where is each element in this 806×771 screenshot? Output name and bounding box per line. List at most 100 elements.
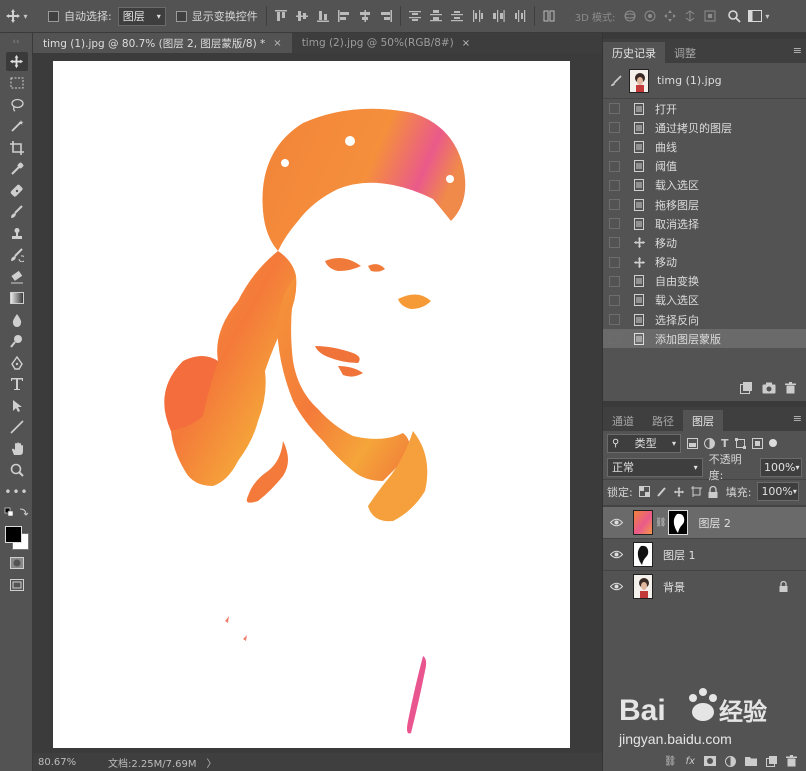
path-selection-tool[interactable] [0,395,33,417]
lock-transparent-icon[interactable] [638,486,650,498]
link-layers-icon[interactable]: ⛓ [664,756,677,767]
checkbox[interactable] [609,314,620,326]
align-vcenter-icon[interactable] [295,10,308,22]
pen-tool[interactable] [0,352,33,374]
history-brush-tool[interactable] [0,245,33,267]
workspace-icon[interactable] [748,10,763,22]
layer-name[interactable]: 图层 2 [698,515,731,531]
panel-menu-icon[interactable]: ≡ [793,412,802,425]
roll-3d-icon[interactable] [643,9,657,23]
blend-mode-dropdown[interactable]: 正常 ▾ [607,457,703,477]
document-canvas[interactable] [53,61,570,748]
layer-thumbnail[interactable] [633,574,653,600]
checkbox[interactable] [175,10,187,22]
crop-tool[interactable] [0,137,33,159]
auto-select-dropdown[interactable]: 图层 ▾ [117,6,166,26]
tab-paths[interactable]: 路径 [643,410,683,431]
layer-row-background[interactable]: 背景 [603,570,806,602]
distribute-right-icon[interactable] [514,10,526,22]
slide-3d-icon[interactable] [683,9,697,23]
history-item[interactable]: 移动 [603,253,806,272]
zoom-tool[interactable] [0,460,33,482]
move-tool[interactable] [0,51,33,73]
align-bottom-icon[interactable] [316,10,329,22]
eye-icon[interactable] [603,582,629,591]
lock-pixels-icon[interactable] [656,486,667,498]
lock-artboard-icon[interactable] [690,486,702,498]
checkbox[interactable] [609,275,620,287]
layer-filter-dropdown[interactable]: ⚲ 类型 ▾ [607,433,681,453]
align-hcenter-icon[interactable] [359,10,371,22]
clone-stamp-tool[interactable] [0,223,33,245]
close-icon[interactable]: × [273,38,281,49]
checkbox[interactable] [48,10,59,22]
checkbox[interactable] [609,256,620,268]
magic-wand-tool[interactable] [0,116,33,138]
history-item[interactable]: 阈值 [603,157,806,176]
align-right-icon[interactable] [380,10,392,22]
history-item[interactable]: 打开 [603,99,806,118]
trash-icon[interactable] [785,382,796,394]
history-item[interactable]: 选择反向 [603,310,806,329]
move-tool-preset[interactable]: ▾ [0,0,33,33]
filter-pixel-icon[interactable] [687,437,698,449]
marquee-tool[interactable] [0,73,33,95]
zoom-level[interactable]: 80.67% [38,757,108,768]
orbit-3d-icon[interactable] [623,9,637,23]
history-item[interactable]: 载入选区 [603,176,806,195]
panel-collapse-icon[interactable]: ‹‹ [0,33,32,51]
history-brush-source-icon[interactable] [609,74,623,87]
camera-icon[interactable] [762,382,776,394]
type-tool[interactable] [0,374,33,396]
hand-tool[interactable] [0,438,33,460]
tab-channels[interactable]: 通道 [603,410,643,431]
add-mask-icon[interactable] [704,756,716,766]
layer-thumbnail[interactable] [633,542,653,568]
history-item[interactable]: 载入选区 [603,291,806,310]
eye-icon[interactable] [603,550,629,559]
lasso-tool[interactable] [0,94,33,116]
checkbox[interactable] [609,179,620,191]
tab-document-1[interactable]: timg (1).jpg @ 80.7% (图层 2, 图层蒙版/8) * × [33,33,292,53]
screen-mode-icon[interactable] [0,574,33,596]
layer-thumbnail[interactable] [633,510,653,536]
color-swatches[interactable] [0,523,32,553]
close-icon[interactable]: × [462,38,470,49]
filter-shape-icon[interactable] [734,437,746,449]
brush-tool[interactable] [0,202,33,224]
history-item[interactable]: 取消选择 [603,214,806,233]
eraser-tool[interactable] [0,266,33,288]
history-item[interactable]: 拖移图层 [603,195,806,214]
trash-icon[interactable] [786,755,797,767]
canvas-area[interactable] [33,53,602,753]
distribute-bottom-icon[interactable] [450,10,463,22]
healing-brush-tool[interactable] [0,180,33,202]
history-item[interactable]: 曲线 [603,137,806,156]
filter-toggle[interactable] [768,439,777,448]
panel-menu-icon[interactable]: ≡ [793,44,802,57]
checkbox[interactable] [609,141,620,153]
distribute-top-icon[interactable] [408,10,421,22]
filter-smart-object-icon[interactable] [751,437,763,449]
tab-document-2[interactable]: timg (2).jpg @ 50%(RGB/8#) × [292,33,480,53]
dodge-tool[interactable] [0,331,33,353]
checkbox[interactable] [609,237,620,249]
distribute-vcenter-icon[interactable] [429,10,442,22]
swap-colors-icon[interactable] [0,507,33,523]
new-document-from-state-icon[interactable] [740,382,753,395]
auto-align-icon[interactable] [543,10,555,22]
tab-history[interactable]: 历史记录 [603,42,665,63]
show-transform-checkbox[interactable]: 显示变换控件 [175,0,258,33]
checkbox[interactable] [609,333,620,345]
status-menu-arrow[interactable]: 〉 [207,755,217,770]
distribute-hcenter-icon[interactable] [492,10,505,22]
checkbox[interactable] [609,122,620,134]
pan-3d-icon[interactable] [663,9,677,23]
search-icon[interactable] [727,9,741,23]
history-item[interactable]: 通过拷贝的图层 [603,118,806,137]
scale-3d-icon[interactable] [703,9,717,23]
checkbox[interactable] [609,199,620,211]
chevron-down-icon[interactable]: ▾ [765,12,769,21]
auto-select-checkbox[interactable]: 自动选择: [48,0,112,33]
layer-name[interactable]: 图层 1 [663,547,696,563]
